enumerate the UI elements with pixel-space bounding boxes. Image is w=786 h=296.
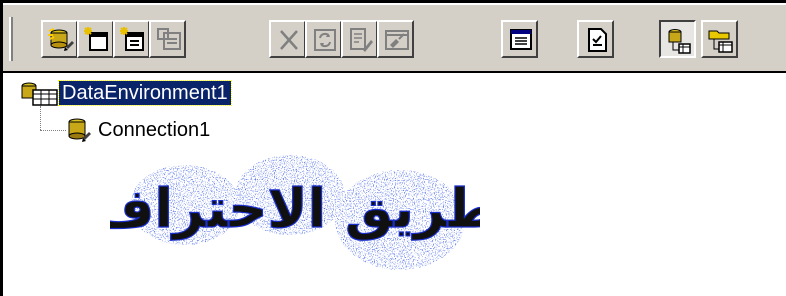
design-icon xyxy=(350,28,373,52)
add-child-command-button[interactable] xyxy=(113,20,150,58)
add-command-icon xyxy=(84,27,108,51)
view-code-icon xyxy=(510,29,532,50)
refresh-icon xyxy=(314,29,336,51)
tree-node-connection[interactable]: Connection1 xyxy=(65,116,213,144)
refresh-button[interactable] xyxy=(305,20,342,58)
arrange-by-object-button[interactable] xyxy=(701,20,738,58)
insert-stored-procedures-button[interactable] xyxy=(149,20,186,58)
properties-button[interactable] xyxy=(377,20,414,58)
options-button[interactable] xyxy=(577,20,614,58)
add-connection-icon xyxy=(48,28,74,51)
data-environment-icon xyxy=(21,82,58,106)
add-connection-button[interactable] xyxy=(41,20,78,58)
toolbar xyxy=(3,3,786,73)
tree-node-dataenvironment[interactable]: DataEnvironment1 xyxy=(19,80,232,106)
watermark-text: طريق الاحتراف xyxy=(110,177,480,240)
arrange-by-connection-button[interactable] xyxy=(659,20,696,58)
add-child-command-icon xyxy=(120,27,144,51)
connection-icon xyxy=(68,118,91,142)
arrange-by-connection-icon xyxy=(668,29,691,54)
design-button[interactable] xyxy=(341,20,378,58)
view-code-button[interactable] xyxy=(501,20,538,58)
tree-node-label: DataEnvironment1 xyxy=(58,80,232,106)
tree-node-label: Connection1 xyxy=(98,119,211,141)
add-command-button[interactable] xyxy=(77,20,114,58)
properties-icon xyxy=(385,30,409,50)
watermark-logo: طريق الاحتراف xyxy=(110,155,480,270)
toolbar-grip[interactable] xyxy=(9,17,13,61)
arrange-by-object-icon xyxy=(708,30,733,53)
options-icon xyxy=(588,28,607,52)
insert-stored-procedures-icon xyxy=(157,28,181,50)
delete-icon xyxy=(280,30,298,50)
delete-button[interactable] xyxy=(269,20,306,58)
